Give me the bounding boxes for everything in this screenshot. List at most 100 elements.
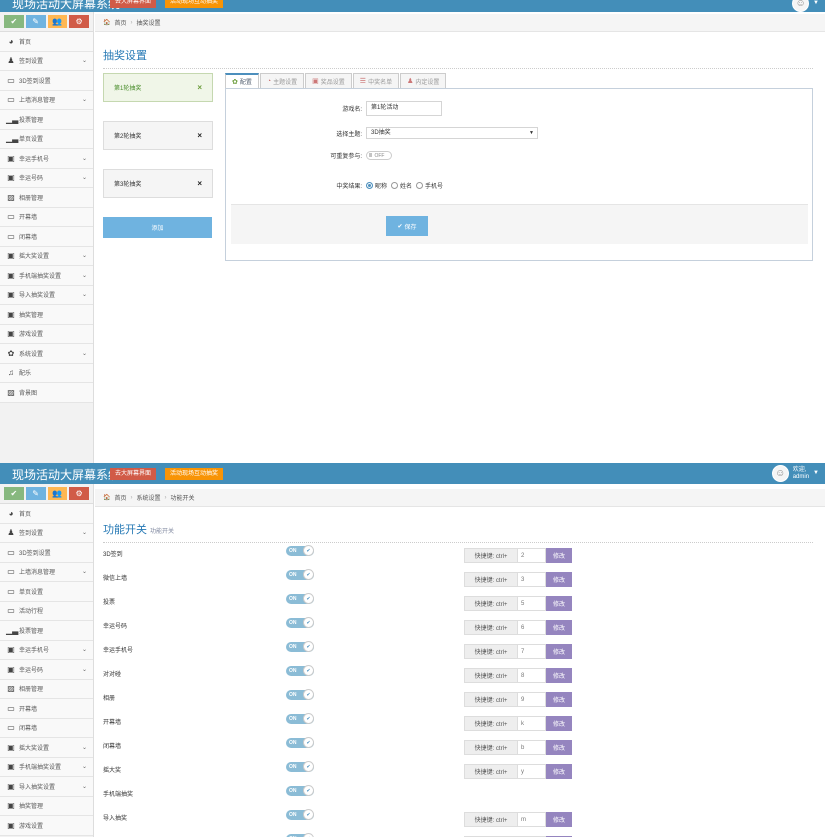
sidebar-item[interactable]: ▨ 背景图 [0,383,93,403]
result-radio-phone[interactable]: 手机号 [416,181,443,190]
sidebar-item[interactable]: ▭ 活动行程 [0,601,93,621]
modify-button[interactable]: 修改 [546,572,572,587]
sidebar-item[interactable]: ♫ 配乐 [0,363,93,383]
sidebar-item[interactable]: ▣ 抽奖管理 [0,305,93,325]
modify-button[interactable]: 修改 [546,644,572,659]
hotkey-input[interactable]: 9 [518,692,546,707]
sidebar-item[interactable]: ▣ 导入抽奖设置 ⌄ [0,285,93,305]
modify-button[interactable]: 修改 [546,812,572,827]
breadcrumb-system[interactable]: 系统设置 [137,493,161,502]
modify-button[interactable]: 修改 [546,692,572,707]
feature-toggle[interactable]: ON ✔ [286,761,314,772]
hotkey-input[interactable]: 3 [518,572,546,587]
save-button[interactable]: ✔ 保存 [386,216,428,236]
shortcut-check-icon[interactable]: ✔ [4,15,24,28]
modify-button[interactable]: 修改 [546,596,572,611]
sidebar-item[interactable]: ▣ 导入抽奖设置 ⌄ [0,777,93,797]
round-item-3[interactable]: 第3轮抽奖 × [103,169,213,198]
round-item-2[interactable]: 第2轮抽奖 × [103,121,213,150]
user-menu[interactable]: ☺ ▼ [792,0,819,12]
sidebar-item[interactable]: ▭ 闭幕墙 [0,227,93,247]
hotkey-input[interactable]: 5 [518,596,546,611]
sidebar-item[interactable]: ▭ 单页设置 [0,582,93,602]
hotkey-input[interactable]: k [518,716,546,731]
shortcut-users-icon[interactable]: 👥 [47,487,68,500]
modify-button[interactable]: 修改 [546,548,572,563]
modify-button[interactable]: 修改 [546,740,572,755]
shortcut-check-icon[interactable]: ✔ [4,487,24,500]
hotkey-input[interactable]: b [518,740,546,755]
hotkey-input[interactable]: 8 [518,668,546,683]
go-big-screen-button[interactable]: 去大屏幕界面 [110,468,157,480]
shortcut-pencil-icon[interactable]: ✎ [25,487,46,500]
feature-toggle[interactable]: ON ✔ [286,545,314,556]
sidebar-item[interactable]: ▣ 游戏设置 [0,324,93,344]
shortcut-pencil-icon[interactable]: ✎ [25,15,46,28]
sidebar-item[interactable]: ▁▃ 投票管理 [0,110,93,130]
sidebar-item[interactable]: ▨ 相册管理 [0,188,93,208]
sidebar-item[interactable]: ▁▃ 投票管理 [0,621,93,641]
theme-select[interactable]: 3D抽奖 ▼ [366,127,538,139]
feature-toggle[interactable]: ON ✔ [286,641,314,652]
feature-toggle[interactable]: ON ✔ [286,689,314,700]
result-radio-name[interactable]: 姓名 [391,181,412,190]
hotkey-input[interactable]: 6 [518,620,546,635]
sidebar-item[interactable]: ▣ 手机端抽奖设置 ⌄ [0,266,93,286]
feature-toggle[interactable]: ON ✔ [286,713,314,724]
sidebar-item[interactable]: ◕ 首页 [0,504,93,524]
sidebar-item[interactable]: ▭ 开幕墙 [0,207,93,227]
modify-button[interactable]: 修改 [546,620,572,635]
round-item-1[interactable]: 第1轮抽奖 × [103,73,213,102]
breadcrumb-home[interactable]: 首页 [114,493,126,502]
sidebar-item[interactable]: ▣ 抽奖管理 [0,796,93,816]
sidebar-item[interactable]: ▣ 幸运号码 ⌄ [0,660,93,680]
feature-toggle[interactable]: ON ✔ [286,665,314,676]
feature-toggle[interactable]: ON ✔ [286,569,314,580]
user-menu[interactable]: ☺ 欢迎, admin ▼ [771,465,819,482]
feature-toggle[interactable]: ON ✔ [286,593,314,604]
sidebar-item[interactable]: ▭ 上墙消息管理 ⌄ [0,90,93,110]
sidebar-item[interactable]: ▣ 幸运手机号 ⌄ [0,640,93,660]
hotkey-input[interactable]: y [518,764,546,779]
sidebar-item[interactable]: ▣ 幸运手机号 ⌄ [0,149,93,169]
tab-winners[interactable]: ☰ 中奖名单 [352,73,400,88]
sidebar-item[interactable]: ♟ 签到设置 ⌄ [0,523,93,543]
close-icon[interactable]: × [197,83,202,92]
feature-toggle[interactable]: ON ✔ [286,809,314,820]
modify-button[interactable]: 修改 [546,668,572,683]
sidebar-item[interactable]: ▭ 上墙消息管理 ⌄ [0,562,93,582]
result-radio-nickname[interactable]: 昵称 [366,181,387,190]
tab-config[interactable]: ✿ 配置 [225,73,259,88]
feature-toggle[interactable]: ON ✔ [286,785,314,796]
sidebar-item[interactable]: ▁▃ 单页设置 [0,129,93,149]
sidebar-item[interactable]: ▭ 3D签到设置 [0,543,93,563]
add-round-button[interactable]: 添加 [103,217,212,238]
sidebar-item[interactable]: ▭ 3D签到设置 [0,71,93,91]
sidebar-item[interactable]: ▭ 闭幕墙 [0,718,93,738]
sidebar-item[interactable]: ▨ 相册管理 [0,679,93,699]
hotkey-input[interactable]: 2 [518,548,546,563]
sidebar-item[interactable]: ♟ 签到设置 ⌄ [0,51,93,71]
hotkey-input[interactable]: 7 [518,644,546,659]
hotkey-input[interactable]: m [518,812,546,827]
shortcut-cog-icon[interactable]: ⚙ [69,15,89,28]
sidebar-item[interactable]: ▣ 摇大奖设置 ⌄ [0,246,93,266]
close-icon[interactable]: × [197,131,202,140]
feature-toggle[interactable]: ON ✔ [286,737,314,748]
breadcrumb-home[interactable]: 首页 [114,18,126,27]
shortcut-users-icon[interactable]: 👥 [47,15,68,28]
sidebar-item[interactable]: ▣ 摇大奖设置 ⌄ [0,738,93,758]
live-lottery-button[interactable]: 活动现场互动抽奖 [165,468,224,480]
modify-button[interactable]: 修改 [546,764,572,779]
repeat-toggle[interactable]: Ⅲ OFF [366,151,392,160]
sidebar-item[interactable]: ▣ 幸运号码 ⌄ [0,168,93,188]
live-lottery-button[interactable]: 活动现场互动抽奖 [165,0,224,8]
sidebar-item[interactable]: ▭ 开幕墙 [0,699,93,719]
tab-prize[interactable]: ▣ 奖品设置 [305,73,352,88]
tab-theme[interactable]: ◔ 主题设置 [259,73,305,88]
modify-button[interactable]: 修改 [546,716,572,731]
sidebar-item[interactable]: ▣ 手机端抽奖设置 ⌄ [0,757,93,777]
sidebar-item[interactable]: ▣ 游戏设置 [0,816,93,836]
shortcut-cog-icon[interactable]: ⚙ [69,487,89,500]
go-big-screen-button[interactable]: 去大屏幕界面 [110,0,157,8]
